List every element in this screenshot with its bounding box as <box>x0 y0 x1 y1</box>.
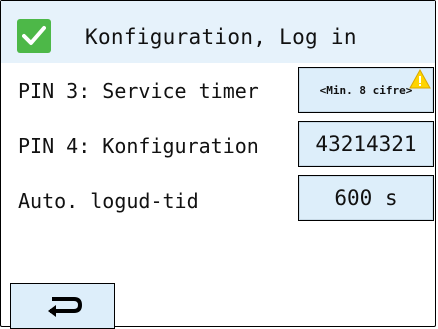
pin4-label: PIN 4: Konfiguration <box>18 134 259 158</box>
auto-logout-field[interactable]: 600 s <box>298 175 434 221</box>
check-icon <box>17 19 51 53</box>
auto-logout-value: 600 s <box>334 186 398 210</box>
header-bar: Konfiguration, Log in <box>1 1 435 63</box>
auto-logout-label: Auto. logud-tid <box>18 189 199 213</box>
warning-icon <box>409 69 431 89</box>
pin3-field[interactable]: <Min. 8 cifre> <box>298 67 434 113</box>
pin3-value: <Min. 8 cifre> <box>319 83 413 97</box>
pin4-value: 43214321 <box>315 132 417 156</box>
page-title: Konfiguration, Log in <box>85 25 357 49</box>
pin4-field[interactable]: 43214321 <box>298 121 434 167</box>
config-screen: Konfiguration, Log in PIN 3: Service tim… <box>0 0 436 329</box>
back-button[interactable] <box>10 283 115 329</box>
pin3-label: PIN 3: Service timer <box>18 79 259 103</box>
return-arrow-icon <box>48 297 83 317</box>
